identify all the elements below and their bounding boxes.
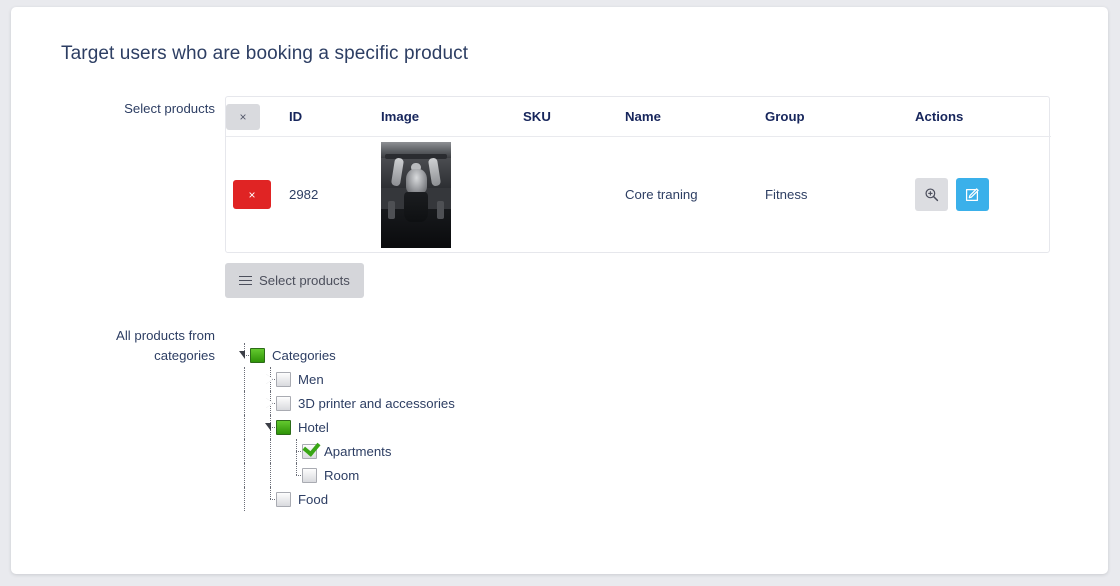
tree-connector <box>270 463 271 487</box>
tree-checkbox[interactable] <box>276 491 291 507</box>
delete-row-button[interactable]: × <box>233 180 271 209</box>
all-products-from-categories-label: All products from categories <box>31 326 215 366</box>
tree-connector <box>244 367 245 391</box>
tree-node-label[interactable]: Hotel <box>298 420 329 435</box>
tree-node[interactable]: 3D printer and accessories <box>239 391 455 415</box>
tree-node-label[interactable]: Apartments <box>324 444 391 459</box>
cell-name: Core traning <box>625 136 765 252</box>
header-cell-image: Image <box>381 109 420 124</box>
select-products-button[interactable]: Select products <box>225 263 364 298</box>
select-products-button-label: Select products <box>259 273 350 288</box>
chevron-right-icon[interactable] <box>265 372 276 385</box>
chevron-right-icon[interactable] <box>265 396 276 409</box>
tree-checkbox[interactable] <box>302 467 317 483</box>
page-card: Target users who are booking a specific … <box>11 7 1108 574</box>
edit-square-icon <box>966 187 979 201</box>
tree-node[interactable]: Men <box>239 367 455 391</box>
chevron-down-icon[interactable] <box>239 350 250 361</box>
tree-node-label[interactable]: Food <box>298 492 328 507</box>
tree-connector <box>296 463 297 475</box>
cell-id: 2982 <box>289 136 381 252</box>
tree-checkbox[interactable] <box>276 395 291 411</box>
product-thumbnail <box>381 141 451 248</box>
tree-checkbox[interactable] <box>250 347 265 363</box>
tree-checkbox[interactable] <box>276 419 291 435</box>
products-table: × ID Image SKU Name Group Actions × 2982 <box>226 97 1051 252</box>
tree-node[interactable]: Room <box>239 463 455 487</box>
zoom-in-icon-button[interactable] <box>915 178 948 211</box>
header-cell-clear: × <box>226 97 289 137</box>
cell-actions <box>915 136 1051 252</box>
all-products-label-line1: All products from <box>116 328 215 343</box>
tree-node[interactable]: Hotel <box>239 415 455 439</box>
tree-node-label[interactable]: Room <box>324 468 359 483</box>
tree-connector <box>244 415 245 439</box>
cell-sku <box>523 136 625 252</box>
cell-delete: × <box>226 136 289 252</box>
tree-node-label[interactable]: 3D printer and accessories <box>298 396 455 411</box>
tree-checkbox[interactable] <box>302 443 317 459</box>
tree-connector <box>244 463 245 487</box>
table-row: × 2982 Core traning Fitness <box>226 136 1051 252</box>
tree-checkbox[interactable] <box>276 371 291 387</box>
clear-all-button[interactable]: × <box>226 103 260 130</box>
tree-node-label[interactable]: Men <box>298 372 324 387</box>
tree-connector <box>244 487 245 511</box>
tree-connector <box>270 439 271 463</box>
selected-products-table: × ID Image SKU Name Group Actions × 2982 <box>225 96 1051 253</box>
tree-connector <box>270 487 271 499</box>
tree-node[interactable]: Food <box>239 487 455 511</box>
tree-connector <box>244 391 245 415</box>
header-cell-name: Name <box>625 109 661 124</box>
header-cell-id: ID <box>289 109 303 124</box>
table-header: × ID Image SKU Name Group Actions <box>226 97 1051 137</box>
tree-node[interactable]: Categories <box>239 343 455 367</box>
chevron-down-icon[interactable] <box>265 422 276 433</box>
cell-image <box>381 136 523 252</box>
page-title: Target users who are booking a specific … <box>61 43 469 64</box>
tree-connector <box>244 439 245 463</box>
category-tree: Categories Men 3D printer and accessories H… <box>239 343 455 511</box>
header-cell-sku: SKU <box>523 109 551 124</box>
select-products-label: Select products <box>124 101 215 116</box>
list-icon <box>239 275 252 286</box>
header-cell-actions: Actions <box>915 109 964 124</box>
all-products-label-line2: categories <box>154 348 215 363</box>
table-header-row: × ID Image SKU Name Group Actions <box>226 97 1051 137</box>
tree-node-label[interactable]: Categories <box>272 348 336 363</box>
edit-row-button[interactable] <box>955 178 989 211</box>
tree-node[interactable]: Apartments <box>239 439 455 463</box>
cell-group: Fitness <box>765 136 915 252</box>
tree-connector <box>296 439 297 463</box>
zoom-in-icon <box>925 188 939 202</box>
header-cell-group: Group <box>765 109 805 124</box>
table-body: × 2982 Core traning Fitness <box>226 136 1051 252</box>
